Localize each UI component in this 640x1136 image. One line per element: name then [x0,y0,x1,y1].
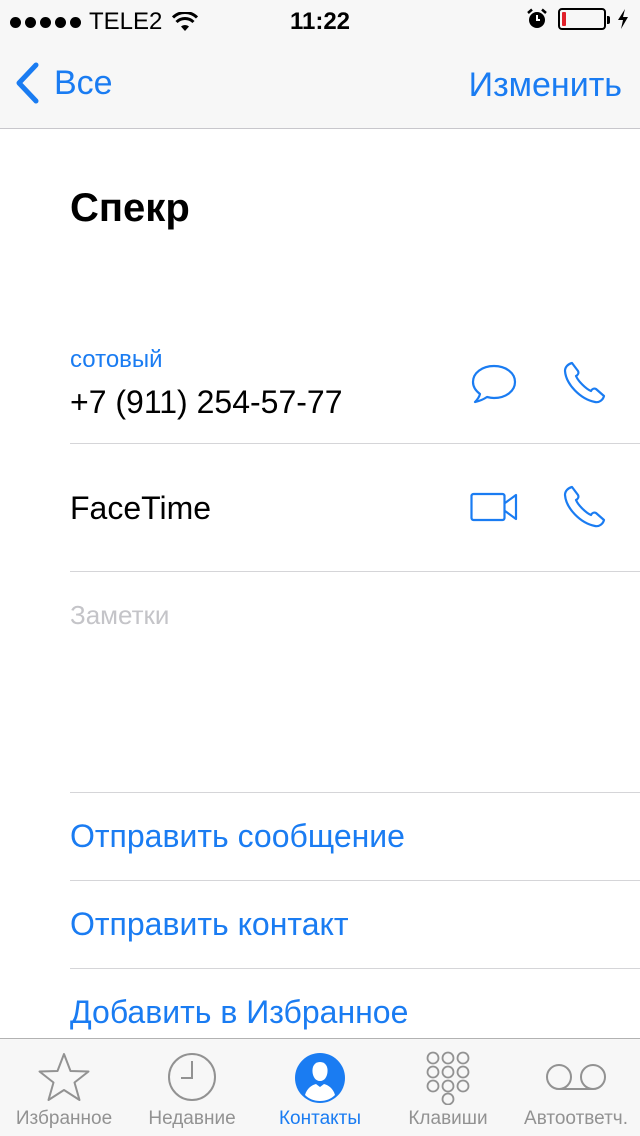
phone-row-actions [470,360,608,406]
tab-keypad[interactable]: Клавиши [384,1039,512,1136]
chevron-left-icon [16,62,39,104]
facetime-row[interactable]: FaceTime [70,444,640,572]
navigation-bar: Все Изменить [0,40,640,129]
facetime-row-actions [470,484,608,530]
tab-bar: Избранное Недавние Контакты Клавиши Авто… [0,1038,640,1136]
alarm-clock-icon [527,8,547,28]
contact-screen: TELE2 11:22 Все Изменить Спекр сотовый +… [0,0,640,1136]
share-contact-button[interactable]: Отправить контакт [70,880,640,968]
message-bubble-icon[interactable] [470,360,518,406]
contact-name: Спекр [70,186,190,230]
tab-label: Автоответч. [524,1108,628,1129]
notes-field[interactable]: Заметки [70,600,169,631]
battery-level [562,12,566,26]
back-button-label: Все [54,63,113,102]
tab-label: Контакты [278,1108,362,1129]
facetime-audio-call-icon[interactable] [560,484,608,530]
clock-icon [168,1053,216,1101]
battery-icon [558,8,610,30]
contacts-icon [295,1053,345,1103]
tab-favorites[interactable]: Избранное [0,1039,128,1136]
tab-voicemail[interactable]: Автоответч. [512,1039,640,1136]
charging-bolt-icon [618,9,628,29]
tab-label: Избранное [15,1108,113,1129]
back-button[interactable]: Все [14,62,113,104]
send-message-button[interactable]: Отправить сообщение [70,792,640,880]
status-right [526,8,630,30]
contact-actions-list: Отправить сообщение Отправить контакт До… [70,792,640,1056]
tab-contacts[interactable]: Контакты [256,1039,384,1136]
star-icon [38,1053,90,1101]
tab-recents[interactable]: Недавние [128,1039,256,1136]
voicemail-icon [546,1064,606,1090]
tab-label: Недавние [148,1108,236,1129]
edit-button[interactable]: Изменить [469,66,622,105]
phone-call-icon[interactable] [560,360,608,406]
tab-label: Клавиши [408,1108,488,1129]
status-bar: TELE2 11:22 [0,0,640,40]
keypad-icon [426,1051,470,1105]
video-camera-icon[interactable] [470,484,518,530]
phone-row[interactable]: сотовый +7 (911) 254-57-77 [70,346,640,444]
facetime-label: FaceTime [70,490,212,526]
